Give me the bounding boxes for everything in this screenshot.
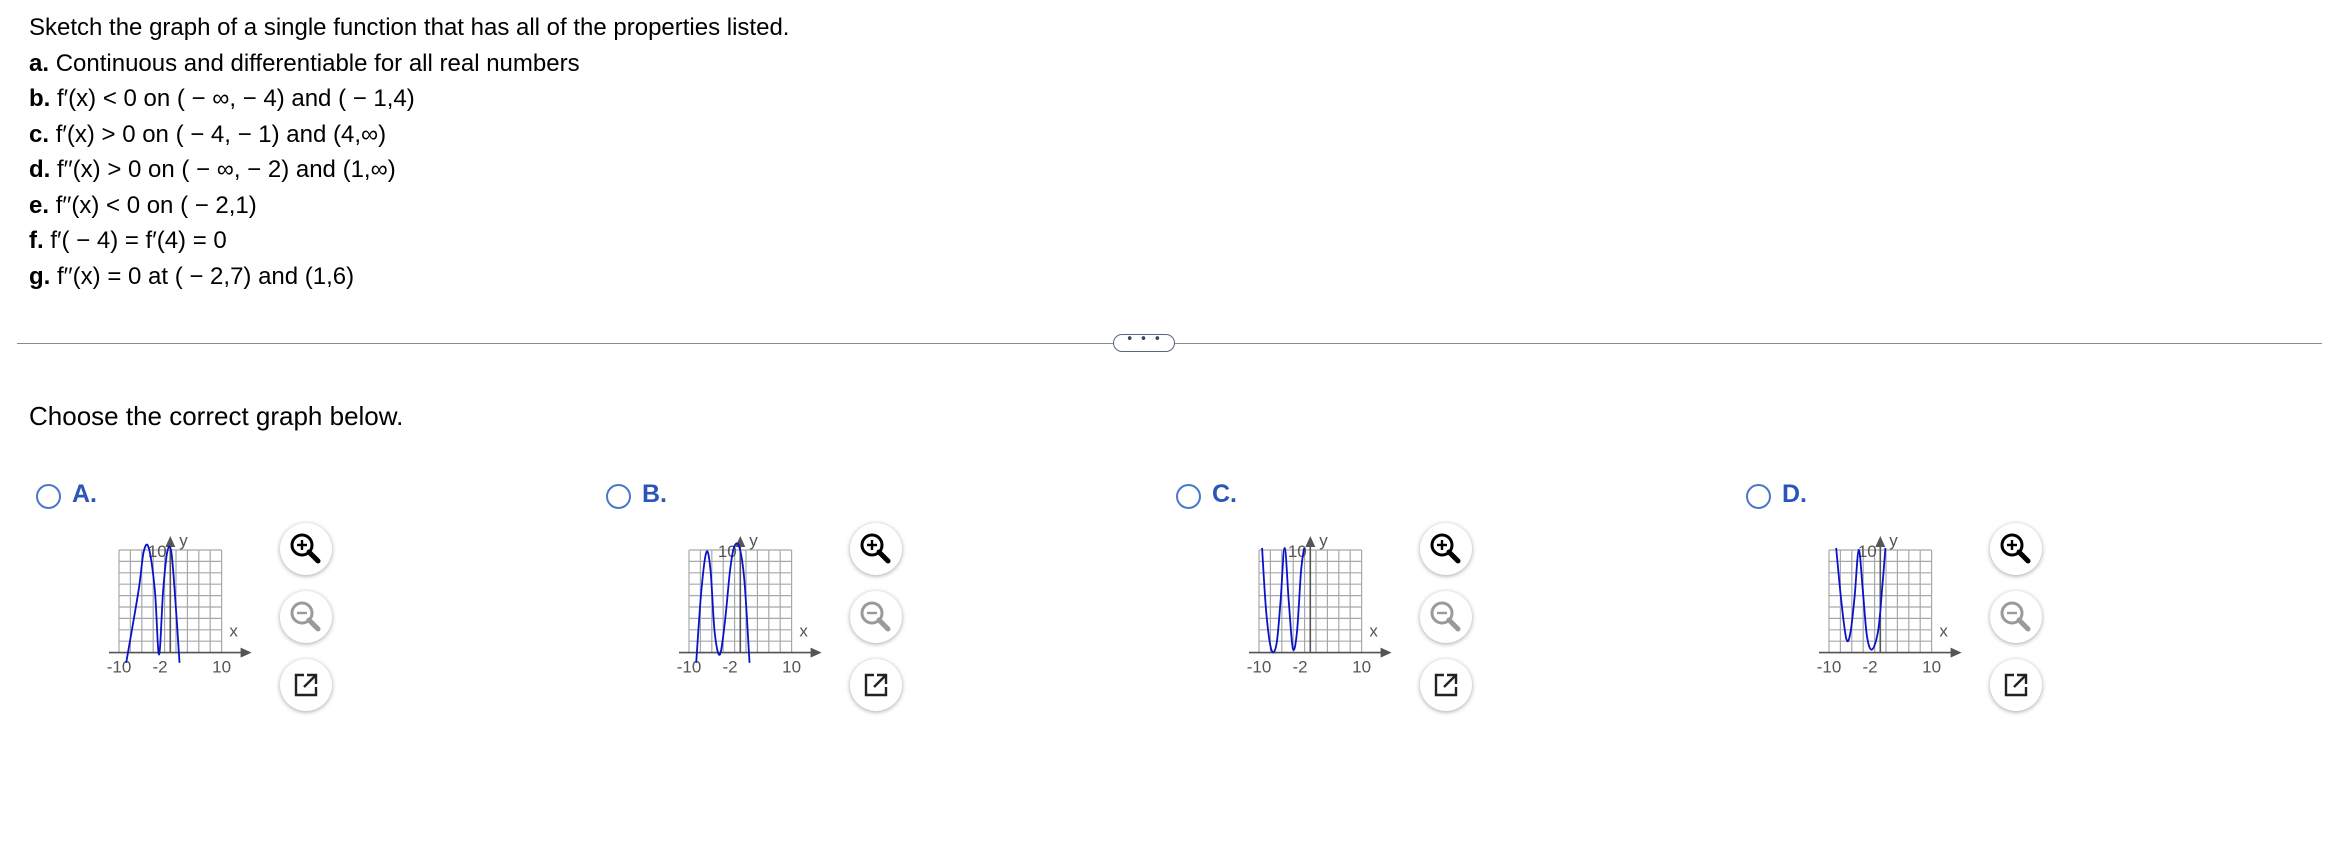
- option-b: B. y x -10 -2 10 10: [602, 478, 1122, 728]
- option-a-radio[interactable]: [36, 484, 61, 509]
- x-axis-label: x: [1369, 622, 1378, 641]
- property-text: f′(x) > 0 on ( − 4, − 1) and (4,∞): [55, 120, 387, 148]
- tick-label-mid: -2: [1862, 658, 1877, 677]
- y-axis-label: y: [1889, 531, 1898, 550]
- option-c-radio[interactable]: [1176, 484, 1201, 509]
- y-axis-arrow: [165, 536, 176, 547]
- zoom-in-icon: [1430, 533, 1461, 564]
- zoom-in-icon: [290, 533, 321, 564]
- y-axis-arrow: [1875, 536, 1886, 547]
- property-g: g. f′′(x) = 0 at ( − 2,7) and (1,6): [29, 259, 789, 295]
- option-d: D. y x -10 -2 10 10: [1742, 478, 2262, 728]
- popout-icon: [1434, 673, 1458, 697]
- option-b-zoom-out-button[interactable]: [850, 591, 902, 643]
- zoom-out-icon: [860, 601, 891, 632]
- property-c: c. f′(x) > 0 on ( − 4, − 1) and (4,∞): [29, 117, 789, 153]
- tick-label-left: -10: [107, 658, 132, 677]
- option-c-zoom-in-button[interactable]: [1420, 523, 1472, 575]
- property-text: f′′(x) > 0 on ( − ∞, − 2) and (1,∞): [57, 156, 396, 183]
- option-d-label[interactable]: D.: [1782, 480, 1807, 509]
- question-intro: Sketch the graph of a single function th…: [29, 14, 790, 41]
- tick-label-top: 10: [718, 542, 737, 561]
- option-a-popout-button[interactable]: [280, 659, 332, 711]
- tick-label-right: 10: [1922, 658, 1941, 677]
- zoom-in-icon: [2000, 533, 2031, 564]
- option-b-zoom-in-button[interactable]: [850, 523, 902, 575]
- x-axis-label: x: [1939, 622, 1948, 641]
- property-d: d. f′′(x) > 0 on ( − ∞, − 2) and (1,∞): [29, 152, 789, 188]
- tick-label-left: -10: [1247, 658, 1272, 677]
- option-d-graph: yx-10 -2 1010: [1817, 531, 1962, 677]
- zoom-out-icon: [2000, 601, 2031, 632]
- property-text: f′(x) < 0 on ( − ∞, − 4) and ( − 1,4): [57, 85, 415, 112]
- property-letter: g.: [29, 262, 51, 290]
- tick-label-right: 10: [1352, 658, 1371, 677]
- popout-icon: [2004, 673, 2028, 697]
- property-letter: f.: [29, 227, 44, 254]
- option-b-radio[interactable]: [606, 484, 631, 509]
- function-curve: [1261, 547, 1306, 654]
- x-axis-arrow: [1950, 647, 1962, 658]
- property-text: Continuous and differentiable for all re…: [55, 49, 580, 77]
- x-axis-arrow: [1380, 647, 1392, 658]
- option-a: A. y x -10 -2 10 10: [32, 478, 552, 728]
- option-c-popout-button[interactable]: [1420, 659, 1472, 711]
- property-text: f′′(x) < 0 on ( − 2,1): [55, 191, 257, 219]
- option-c: C. y x -10 -2 10 10: [1172, 478, 1692, 728]
- popout-icon: [864, 673, 888, 697]
- tick-label-mid: -2: [152, 658, 167, 677]
- option-d-popout-button[interactable]: [1990, 659, 2042, 711]
- zoom-out-icon: [290, 601, 321, 632]
- option-b-graph: y x -10 -2 10 10: [677, 531, 822, 677]
- tick-label-left: -10: [677, 658, 702, 677]
- zoom-out-icon: [1430, 601, 1461, 632]
- zoom-in-icon: [860, 533, 891, 564]
- x-axis-arrow: [810, 647, 822, 658]
- tick-label-mid: -2: [1292, 658, 1307, 677]
- option-b-popout-button[interactable]: [850, 659, 902, 711]
- option-a-label[interactable]: A.: [72, 480, 97, 509]
- property-letter: d.: [29, 156, 51, 183]
- popout-icon: [294, 673, 318, 697]
- function-curve: [1835, 547, 1887, 651]
- option-d-zoom-in-button[interactable]: [1990, 523, 2042, 575]
- property-letter: e.: [29, 191, 50, 219]
- x-axis-arrow: [240, 647, 252, 658]
- x-axis-label: x: [799, 622, 808, 641]
- y-axis-arrow: [735, 536, 746, 547]
- property-f: f. f′( − 4) = f′(4) = 0: [29, 223, 789, 259]
- property-text: f′′(x) = 0 at ( − 2,7) and (1,6): [57, 262, 355, 290]
- tick-label-right: 10: [782, 658, 801, 677]
- option-a-zoom-in-button[interactable]: [280, 523, 332, 575]
- option-b-label[interactable]: B.: [642, 480, 667, 509]
- tick-label-right: 10: [212, 658, 231, 677]
- property-letter: c.: [29, 120, 50, 148]
- prompt-text: Choose the correct graph below.: [29, 401, 404, 431]
- y-axis-label: y: [1319, 531, 1328, 550]
- option-c-zoom-out-button[interactable]: [1420, 591, 1472, 643]
- property-text: f′( − 4) = f′(4) = 0: [50, 227, 227, 254]
- option-c-label[interactable]: C.: [1212, 480, 1237, 509]
- y-axis-label: y: [749, 531, 758, 550]
- option-a-zoom-out-button[interactable]: [280, 591, 332, 643]
- property-letter: a.: [29, 49, 50, 77]
- option-a-graph: yx-10 -2 1010: [107, 531, 252, 677]
- more-button[interactable]: • • •: [1113, 333, 1175, 352]
- property-letter: b.: [29, 85, 51, 112]
- option-d-radio[interactable]: [1746, 484, 1771, 509]
- option-d-zoom-out-button[interactable]: [1990, 591, 2042, 643]
- y-axis-label: y: [179, 531, 188, 550]
- option-c-graph: yx-10 -2 1010: [1247, 531, 1392, 677]
- tick-label-mid: -2: [722, 658, 737, 677]
- property-b: b. f′(x) < 0 on ( − ∞, − 4) and ( − 1,4): [29, 81, 789, 117]
- property-e: e. f′′(x) < 0 on ( − 2,1): [29, 188, 789, 224]
- y-axis-arrow: [1305, 536, 1316, 547]
- question-text: Sketch the graph of a single function th…: [29, 10, 789, 294]
- x-axis-label: x: [229, 622, 238, 641]
- tick-label-left: -10: [1817, 658, 1842, 677]
- property-a: a. Continuous and differentiable for all…: [29, 46, 789, 82]
